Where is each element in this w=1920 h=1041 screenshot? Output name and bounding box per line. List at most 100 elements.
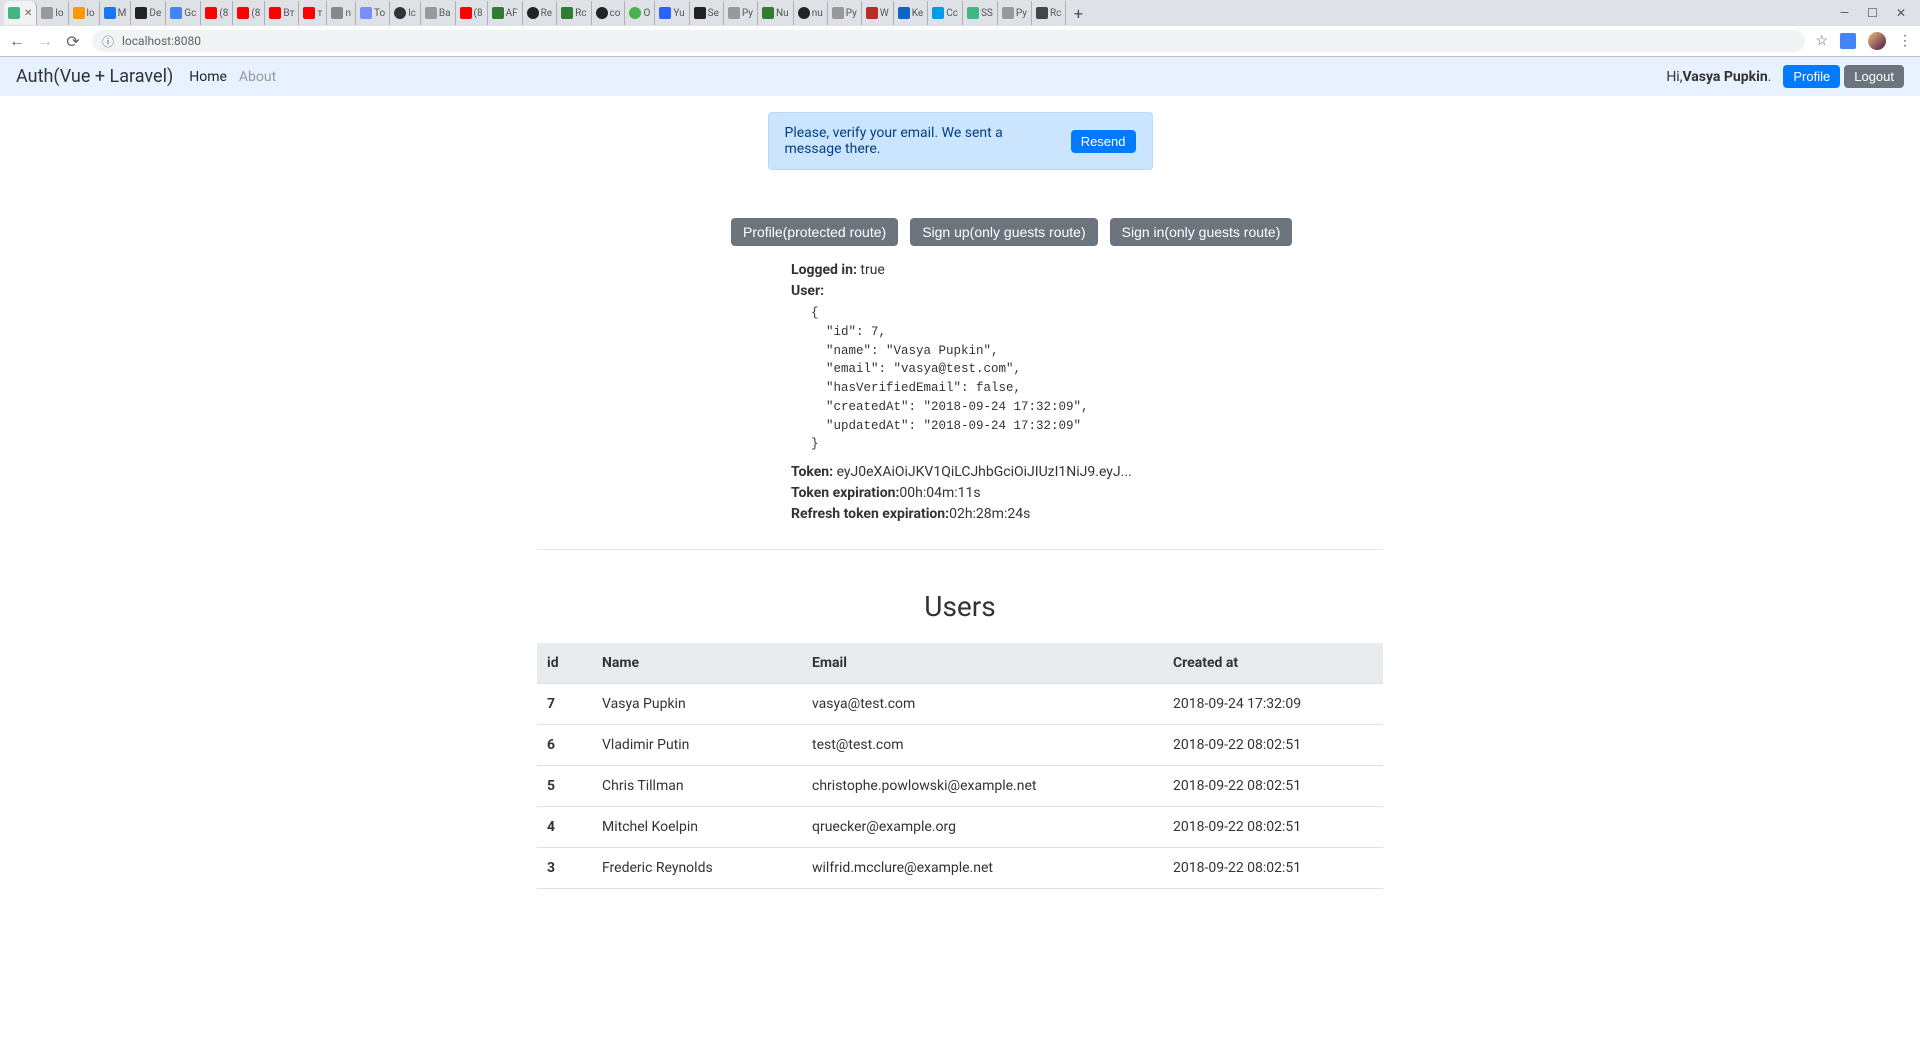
browser-tab[interactable]: Rc <box>1032 1 1066 25</box>
cell-email: christophe.powlowski@example.net <box>802 766 1163 807</box>
site-info-icon[interactable]: ⓘ <box>102 33 114 50</box>
user-json: { "id": 7, "name": "Vasya Pupkin", "emai… <box>811 304 1383 454</box>
tree-icon <box>762 7 774 19</box>
profile-button[interactable]: Profile <box>1783 65 1840 88</box>
table-row: 7Vasya Pupkinvasya@test.com2018-09-24 17… <box>537 684 1383 725</box>
dev-icon <box>135 7 147 19</box>
browser-tab[interactable]: co <box>592 1 626 25</box>
signup-route-button[interactable]: Sign up(only guests route) <box>910 218 1097 246</box>
cell-name: Chris Tillman <box>592 766 802 807</box>
cell-id: 3 <box>537 848 592 889</box>
resend-button[interactable]: Resend <box>1071 130 1136 153</box>
tab-label: Py <box>742 8 753 19</box>
browser-tab[interactable]: Cc <box>928 1 963 25</box>
yt-icon <box>303 7 315 19</box>
browser-tab[interactable]: т <box>299 1 327 25</box>
browser-tab[interactable]: AF <box>488 1 523 25</box>
browser-tab[interactable]: Yu <box>655 1 689 25</box>
browser-tab[interactable]: nu <box>794 1 828 25</box>
browser-tab[interactable]: ✕ <box>4 1 37 25</box>
reload-button[interactable]: ⟳ <box>64 32 82 51</box>
browser-tab[interactable]: lo <box>37 1 68 25</box>
browser-tab[interactable]: Py <box>828 1 862 25</box>
browser-tab[interactable]: n <box>327 1 356 25</box>
nav-about[interactable]: About <box>239 69 276 85</box>
col-email: Email <box>802 643 1163 684</box>
tab-label: Rc <box>575 8 586 19</box>
chrome-menu-icon[interactable]: ⋮ <box>1898 33 1912 49</box>
browser-tab[interactable]: Py <box>724 1 758 25</box>
browser-tab[interactable]: W <box>862 1 894 25</box>
browser-tab[interactable]: M <box>100 1 132 25</box>
table-row: 5Chris Tillmanchristophe.powlowski@examp… <box>537 766 1383 807</box>
tab-label: n <box>345 8 351 19</box>
tab-label: co <box>610 8 621 19</box>
gh-icon <box>798 7 810 19</box>
tab-label: SS <box>981 8 993 19</box>
tab-label: Cc <box>946 8 958 19</box>
profile-avatar[interactable] <box>1868 32 1886 50</box>
cell-created: 2018-09-22 08:02:51 <box>1163 807 1383 848</box>
vue-icon <box>8 7 20 19</box>
q-icon <box>866 7 878 19</box>
yt-icon <box>269 7 281 19</box>
v-icon <box>360 7 372 19</box>
browser-tab[interactable]: Gc <box>166 1 201 25</box>
browser-tab[interactable]: Ba <box>421 1 456 25</box>
verify-email-alert: Please, verify your email. We sent a mes… <box>768 112 1153 170</box>
browser-toolbar: ← → ⟳ ⓘ localhost:8080 ☆ ⋮ <box>0 26 1920 56</box>
browser-tab[interactable]: Nu <box>758 1 794 25</box>
browser-tab[interactable]: Re <box>523 1 557 25</box>
browser-tab[interactable]: Вт <box>265 1 299 25</box>
nav-home[interactable]: Home <box>189 69 227 85</box>
profile-route-button[interactable]: Profile(protected route) <box>731 218 898 246</box>
browser-tab[interactable]: lc <box>390 1 421 25</box>
greeting: Hi,Vasya Pupkin. <box>1666 69 1771 85</box>
tab-label: Se <box>708 8 719 19</box>
tab-label: Gc <box>184 8 196 19</box>
browser-tab[interactable]: To <box>356 1 390 25</box>
back-button[interactable]: ← <box>8 31 26 51</box>
browser-tab[interactable]: lo <box>69 1 100 25</box>
browser-chrome: ✕loloMDeGc(8(8ВттnTolcBa(8AFReRccoOYuSeP… <box>0 0 1920 57</box>
gh-icon <box>596 7 608 19</box>
browser-tab[interactable]: SS <box>963 1 998 25</box>
cell-name: Mitchel Koelpin <box>592 807 802 848</box>
browser-tab[interactable]: (8 <box>456 1 488 25</box>
y-icon <box>659 7 671 19</box>
col-created: Created at <box>1163 643 1383 684</box>
browser-tab[interactable]: Ke <box>894 1 928 25</box>
tab-label: Nu <box>776 8 789 19</box>
token-label: Token: <box>791 464 833 480</box>
logout-button[interactable]: Logout <box>1844 65 1904 88</box>
bookmark-star-icon[interactable]: ☆ <box>1815 33 1828 49</box>
m-icon <box>694 7 706 19</box>
browser-tab[interactable]: Se <box>690 1 724 25</box>
table-row: 3Frederic Reynoldswilfrid.mcclure@exampl… <box>537 848 1383 889</box>
browser-tab[interactable]: (8 <box>201 1 233 25</box>
cell-created: 2018-09-22 08:02:51 <box>1163 725 1383 766</box>
address-bar[interactable]: ⓘ localhost:8080 <box>92 30 1805 52</box>
close-icon[interactable]: ✕ <box>24 8 32 19</box>
browser-tab[interactable]: Py <box>998 1 1032 25</box>
yt-icon <box>460 7 472 19</box>
doc-icon <box>41 7 53 19</box>
new-tab-button[interactable]: + <box>1066 4 1090 23</box>
yt-icon <box>205 7 217 19</box>
browser-tab[interactable]: De <box>131 1 166 25</box>
browser-tab[interactable]: O <box>625 1 655 25</box>
close-button[interactable]: ✕ <box>1896 6 1906 20</box>
gdoc-icon <box>170 7 182 19</box>
tab-label: Py <box>1016 8 1027 19</box>
minimize-button[interactable]: — <box>1840 6 1849 20</box>
refresh-exp-label: Refresh token expiration: <box>791 506 949 522</box>
maximize-button[interactable]: ☐ <box>1867 6 1878 20</box>
signin-route-button[interactable]: Sign in(only guests route) <box>1110 218 1293 246</box>
token-value: eyJ0eXAiOiJKV1QiLCJhbGciOiJIUzI1NiJ9.eyJ… <box>837 464 1132 480</box>
route-buttons: Profile(protected route) Sign up(only gu… <box>727 218 1383 246</box>
browser-tab[interactable]: (8 <box>233 1 265 25</box>
forward-button[interactable]: → <box>36 31 54 51</box>
translate-icon[interactable] <box>1840 33 1856 49</box>
browser-tab[interactable]: Rc <box>557 1 591 25</box>
tab-label: Yu <box>673 8 684 19</box>
